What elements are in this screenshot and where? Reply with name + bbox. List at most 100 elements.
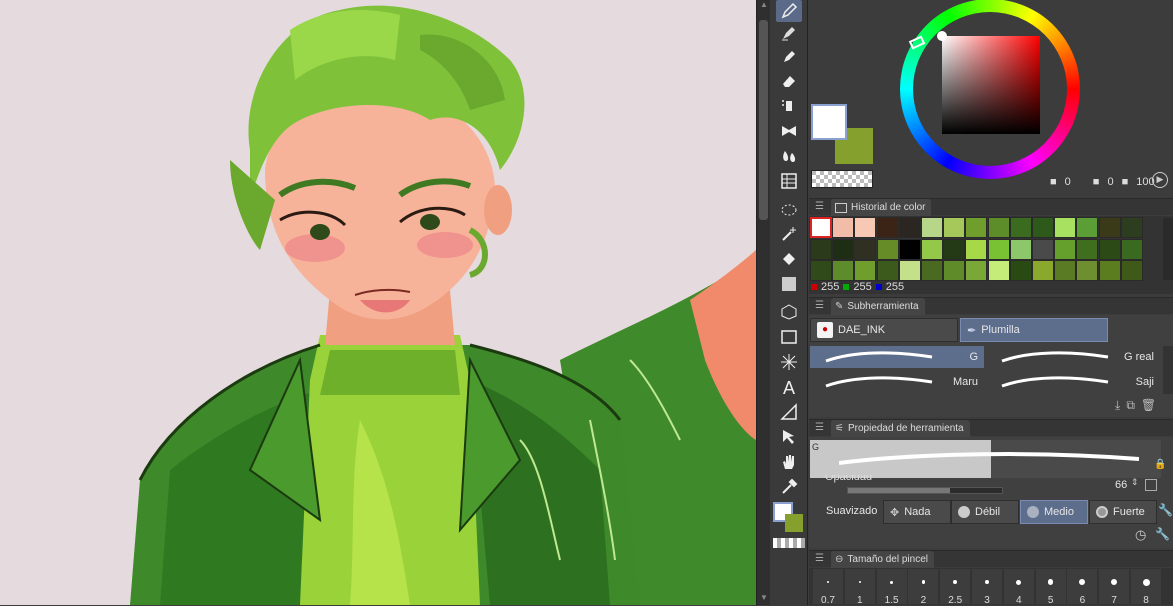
color-history-swatch[interactable] [832, 260, 855, 281]
color-history-swatch[interactable] [832, 217, 855, 238]
brush-size-option[interactable]: 1 [844, 569, 875, 606]
trash-icon[interactable]: 🗑 [1141, 398, 1156, 413]
stepper-icon[interactable]: ⇕ [1131, 477, 1139, 488]
import-icon[interactable]: ⤓ [1115, 398, 1120, 413]
color-history-swatch[interactable] [1076, 238, 1099, 260]
color-history-swatch[interactable] [1098, 260, 1121, 281]
color-history-swatch[interactable] [943, 238, 966, 260]
color-history-swatch[interactable] [1032, 260, 1054, 281]
tab-subtool[interactable]: ✎ Subherramienta [831, 298, 925, 315]
color-history-swatch[interactable] [854, 260, 877, 281]
drawing-canvas[interactable] [0, 0, 756, 605]
color-history-swatch[interactable] [1009, 260, 1032, 281]
wrench-icon[interactable]: 🔧 [1158, 503, 1173, 517]
brush-maru[interactable]: Maru [810, 371, 984, 393]
text-icon[interactable]: A [776, 376, 802, 398]
play-icon[interactable]: ▶ [1152, 172, 1168, 188]
color-history-swatch[interactable] [898, 260, 921, 281]
rectangle-icon[interactable] [776, 326, 802, 348]
tool-settings-icon[interactable]: 🔧 [1155, 527, 1170, 541]
color-picker-handle[interactable] [937, 31, 947, 41]
figure-icon[interactable] [776, 170, 802, 192]
color-history-swatch[interactable] [1009, 217, 1032, 238]
brush-size-option[interactable]: 2.5 [940, 569, 971, 606]
gradient-icon[interactable] [776, 273, 802, 295]
color-history-swatch[interactable] [1054, 260, 1077, 281]
clock-icon[interactable]: ◷ [1135, 527, 1146, 543]
color-history-swatch[interactable] [810, 217, 832, 238]
marker-icon[interactable] [776, 46, 802, 68]
color-history-swatch[interactable] [898, 217, 921, 238]
menu-icon[interactable]: ☰ [815, 300, 824, 311]
smoothing-fuerte[interactable]: Fuerte [1089, 500, 1157, 524]
color-history-swatch[interactable] [965, 217, 988, 238]
color-history-swatch[interactable] [1076, 217, 1099, 238]
group-dae-ink[interactable]: ● DAE_INK [810, 318, 958, 342]
color-history-swatch[interactable] [987, 238, 1010, 260]
3d-icon[interactable] [776, 301, 802, 323]
smoothing-nada[interactable]: ✥ Nada [883, 500, 951, 524]
color-history-swatch[interactable] [965, 260, 988, 281]
tab-color-history[interactable]: Historial de color [831, 199, 932, 216]
eyedropper-icon[interactable] [776, 476, 802, 498]
color-history-swatch[interactable] [876, 217, 899, 238]
color-history-swatch[interactable] [987, 260, 1010, 281]
brush-g-real[interactable]: G real [986, 346, 1160, 368]
color-history-swatch[interactable] [876, 260, 899, 281]
menu-icon[interactable]: ☰ [815, 201, 824, 212]
settings-box-icon[interactable] [1145, 479, 1157, 491]
tab-tool-property[interactable]: ⚟ Propiedad de herramienta [831, 420, 970, 437]
brush-size-option[interactable]: 5 [1035, 569, 1066, 606]
color-history-swatch[interactable] [1054, 217, 1077, 238]
menu-icon[interactable]: ☰ [815, 553, 824, 564]
smoothing-medio[interactable]: Medio [1020, 500, 1088, 524]
color-history-swatch[interactable] [921, 260, 943, 281]
transparent-color-swatch[interactable] [811, 170, 873, 188]
brush-saji[interactable]: Saji [986, 371, 1160, 393]
brush-size-option[interactable]: 1.5 [876, 569, 907, 606]
ruler-icon[interactable] [776, 401, 802, 423]
color-history-swatch[interactable] [810, 238, 832, 260]
color-history-swatch[interactable] [810, 260, 832, 281]
duplicate-icon[interactable]: ⧉ [1126, 398, 1135, 413]
color-history-swatch[interactable] [832, 238, 855, 260]
scrollbar-thumb[interactable] [759, 20, 768, 220]
auto-select-icon[interactable] [776, 223, 802, 245]
color-history-swatch[interactable] [1098, 238, 1121, 260]
brush-size-option[interactable]: 8 [1131, 569, 1161, 606]
lock-icon[interactable]: 🔒 [1154, 459, 1166, 470]
color-history-swatch[interactable] [1054, 238, 1077, 260]
scroll-up-icon[interactable]: ▲ [757, 0, 771, 12]
blend-icon[interactable] [776, 145, 802, 167]
brush-size-option[interactable]: 3 [972, 569, 1002, 606]
color-history-swatch[interactable] [1032, 217, 1054, 238]
brush-size-option[interactable]: 2 [908, 569, 939, 606]
smoothing-debil[interactable]: Débil [951, 500, 1019, 524]
fill-icon[interactable] [776, 248, 802, 270]
color-history-swatch[interactable] [876, 238, 899, 260]
color-history-swatch[interactable] [1120, 238, 1143, 260]
color-history-swatch[interactable] [898, 238, 921, 260]
color-history-swatch[interactable] [1032, 238, 1054, 260]
object-icon[interactable] [776, 426, 802, 448]
color-history-swatch[interactable] [921, 238, 943, 260]
color-history-swatch[interactable] [965, 238, 988, 260]
menu-icon[interactable]: ☰ [815, 422, 824, 433]
toolbar-transparent-color[interactable] [773, 538, 805, 548]
eraser-icon[interactable] [776, 70, 802, 92]
saturation-value-square[interactable] [942, 36, 1040, 134]
brush-g[interactable]: G [810, 346, 984, 368]
subtool-scrollbar[interactable] [1163, 346, 1173, 394]
brush-size-option[interactable]: 6 [1067, 569, 1098, 606]
group-plumilla[interactable]: ✒ Plumilla [960, 318, 1108, 342]
hand-icon[interactable] [776, 451, 802, 473]
history-scrollbar[interactable] [1163, 218, 1173, 280]
color-history-swatch[interactable] [1076, 260, 1099, 281]
scroll-down-icon[interactable]: ▼ [757, 593, 771, 605]
toolbar-sub-color[interactable] [785, 514, 803, 532]
airbrush-icon[interactable] [776, 95, 802, 117]
burst-icon[interactable] [776, 351, 802, 373]
color-history-swatch[interactable] [854, 217, 877, 238]
canvas-vertical-scrollbar[interactable]: ▲ ▼ [756, 0, 770, 605]
selection-icon[interactable] [776, 199, 802, 221]
